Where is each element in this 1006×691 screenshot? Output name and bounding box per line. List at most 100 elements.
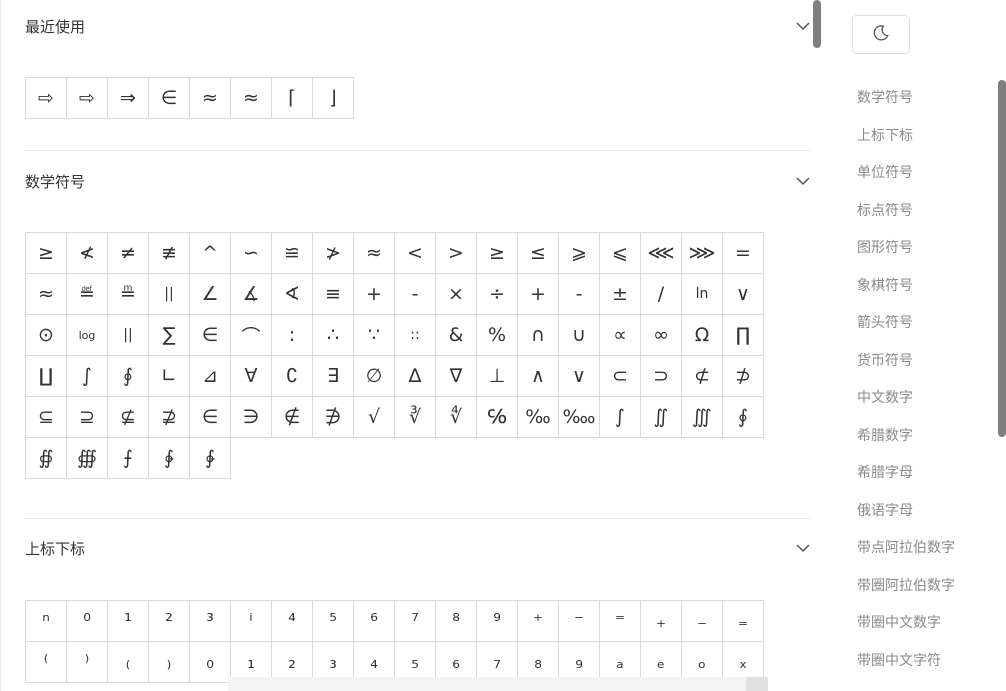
symbol-cell[interactable]: =	[722, 232, 764, 274]
symbol-cell[interactable]: ∡	[230, 273, 272, 315]
symbol-cell[interactable]: -	[394, 273, 436, 315]
symbol-cell[interactable]: >	[435, 232, 477, 274]
symbol-cell[interactable]: ⊆	[25, 396, 67, 438]
sidebar-item[interactable]: 货币符号	[857, 348, 955, 386]
symbol-cell[interactable]: ≡	[312, 273, 354, 315]
symbol-cell[interactable]: ∳	[189, 437, 231, 479]
symbol-cell[interactable]: ≈	[230, 77, 272, 119]
symbol-cell[interactable]: ₋	[681, 600, 723, 642]
symbol-cell[interactable]: ≯	[312, 232, 354, 274]
symbol-cell[interactable]: ⁷	[394, 600, 436, 642]
symbol-cell[interactable]: ∑	[148, 314, 190, 356]
symbol-cell[interactable]: ₎	[148, 641, 190, 683]
symbol-cell[interactable]: ≝	[66, 273, 108, 315]
symbol-cell[interactable]: ₊	[640, 600, 682, 642]
symbol-cell[interactable]: ∜	[435, 396, 477, 438]
symbol-cell[interactable]: ∁	[271, 355, 313, 397]
symbol-cell[interactable]: ||	[148, 273, 190, 315]
sidebar-item[interactable]: 中文数字	[857, 385, 955, 423]
symbol-cell[interactable]: ∮	[722, 396, 764, 438]
symbol-cell[interactable]: ±	[599, 273, 641, 315]
symbol-cell[interactable]: ⇨	[66, 77, 108, 119]
symbol-cell[interactable]: ≮	[66, 232, 108, 274]
sidebar-item[interactable]: 带点阿拉伯数字	[857, 535, 955, 573]
symbol-cell[interactable]: ≈	[189, 77, 231, 119]
symbol-cell[interactable]: ∝	[599, 314, 641, 356]
symbol-cell[interactable]: ⊉	[148, 396, 190, 438]
symbol-cell[interactable]: ∲	[148, 437, 190, 479]
symbol-cell[interactable]: ⁼	[599, 600, 641, 642]
symbol-cell[interactable]: ⁾	[66, 641, 108, 683]
sidebar-item[interactable]: 数学符号	[857, 85, 955, 123]
symbol-cell[interactable]: ∬	[640, 396, 682, 438]
symbol-cell[interactable]: +	[353, 273, 395, 315]
symbol-cell[interactable]: ∈	[189, 314, 231, 356]
symbol-cell[interactable]: ∧	[517, 355, 559, 397]
symbol-cell[interactable]: ⊂	[599, 355, 641, 397]
sidebar-item[interactable]: 箭头符号	[857, 310, 955, 348]
symbol-cell[interactable]: ⋙	[681, 232, 723, 274]
symbol-cell[interactable]: ⊿	[189, 355, 231, 397]
symbol-cell[interactable]: ⁹	[476, 600, 518, 642]
symbol-cell[interactable]: ≤	[517, 232, 559, 274]
sidebar-item[interactable]: 上标下标	[857, 123, 955, 161]
symbol-cell[interactable]: ⊄	[681, 355, 723, 397]
symbol-cell[interactable]: ²	[148, 600, 190, 642]
symbol-cell[interactable]: ∰	[66, 437, 108, 479]
symbol-cell[interactable]: ∈	[148, 77, 190, 119]
symbol-cell[interactable]: ⁽	[25, 641, 67, 683]
sidebar-item[interactable]: 图形符号	[857, 235, 955, 273]
symbol-cell[interactable]: ₌	[722, 600, 764, 642]
symbol-cell[interactable]: ⁸	[435, 600, 477, 642]
sidebar-item[interactable]: 标点符号	[857, 198, 955, 236]
symbol-cell[interactable]: ∭	[681, 396, 723, 438]
symbol-cell[interactable]: ::	[394, 314, 436, 356]
symbol-cell[interactable]: ∮	[107, 355, 149, 397]
symbol-cell[interactable]: ∞	[640, 314, 682, 356]
symbol-cell[interactable]: ⁴	[271, 600, 313, 642]
sidebar-item[interactable]: 俄语字母	[857, 498, 955, 536]
symbol-cell[interactable]: ∵	[353, 314, 395, 356]
sidebar-item[interactable]: 希腊字母	[857, 460, 955, 498]
symbol-cell[interactable]: ∩	[517, 314, 559, 356]
symbol-cell[interactable]: ∽	[230, 232, 272, 274]
symbol-cell[interactable]: ⌈	[271, 77, 313, 119]
symbol-cell[interactable]: ≥	[476, 232, 518, 274]
symbol-cell[interactable]: ∢	[271, 273, 313, 315]
symbol-cell[interactable]: ⊇	[66, 396, 108, 438]
symbol-cell[interactable]: ⩾	[558, 232, 600, 274]
symbol-cell[interactable]: ∏	[722, 314, 764, 356]
symbol-cell[interactable]: ∈	[189, 396, 231, 438]
sidebar-item[interactable]: 希腊数字	[857, 423, 955, 461]
symbol-cell[interactable]: ≌	[271, 232, 313, 274]
sidebar-item[interactable]: 带圈阿拉伯数字	[857, 573, 955, 611]
symbol-cell[interactable]: ⊥	[476, 355, 518, 397]
sidebar-item[interactable]: 带圈中文字符	[857, 648, 955, 686]
symbol-cell[interactable]: √	[353, 396, 395, 438]
symbol-cell[interactable]: ∯	[25, 437, 67, 479]
symbol-cell[interactable]: Ω	[681, 314, 723, 356]
symbol-cell[interactable]: ∐	[25, 355, 67, 397]
symbol-cell[interactable]: ⁿ	[25, 600, 67, 642]
symbol-cell[interactable]: ³	[189, 600, 231, 642]
symbol-cell[interactable]: ∴	[312, 314, 354, 356]
symbol-cell[interactable]: ≥	[25, 232, 67, 274]
symbol-cell[interactable]: ‰	[517, 396, 559, 438]
symbol-cell[interactable]: ⁺	[517, 600, 559, 642]
chevron-down-icon[interactable]	[795, 18, 811, 34]
symbol-cell[interactable]: ⁶	[353, 600, 395, 642]
symbol-cell[interactable]: ∛	[394, 396, 436, 438]
horizontal-scrollbar[interactable]	[228, 677, 768, 691]
symbol-cell[interactable]: ₀	[189, 641, 231, 683]
symbol-cell[interactable]: ≈	[353, 232, 395, 274]
symbol-cell[interactable]: ≢	[148, 232, 190, 274]
symbol-cell[interactable]: ||	[107, 314, 149, 356]
symbol-cell[interactable]: ∀	[230, 355, 272, 397]
symbol-cell[interactable]: ∫	[599, 396, 641, 438]
sidebar-scrollbar-thumb[interactable]	[998, 80, 1006, 437]
symbol-cell[interactable]: ∋	[230, 396, 272, 438]
symbol-cell[interactable]: ∆	[394, 355, 436, 397]
symbol-cell[interactable]: :	[271, 314, 313, 356]
symbol-cell[interactable]: ⌒	[230, 314, 272, 356]
symbol-cell[interactable]: ⌋	[312, 77, 354, 119]
